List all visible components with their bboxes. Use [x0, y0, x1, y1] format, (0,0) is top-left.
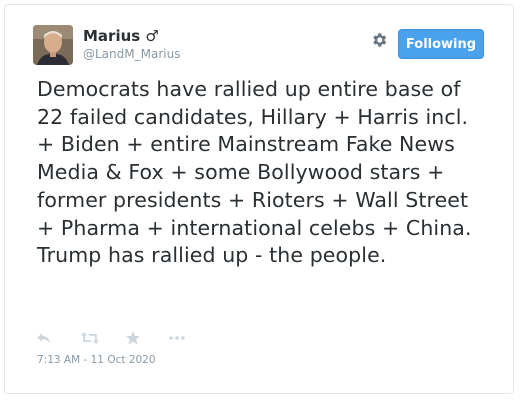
gear-icon[interactable]	[370, 31, 388, 49]
author-handle[interactable]: @LandM_Marius	[83, 47, 180, 61]
author-display-name[interactable]: Marius ♂	[83, 27, 159, 45]
tweet-text: Democrats have rallied up entire base of…	[37, 77, 472, 268]
star-icon[interactable]	[125, 330, 141, 346]
avatar[interactable]	[33, 25, 73, 65]
tweet-timestamp[interactable]: 7:13 AM - 11 Oct 2020	[37, 354, 156, 366]
more-icon[interactable]	[168, 330, 186, 346]
retweet-icon[interactable]	[80, 330, 100, 346]
avatar-image	[33, 25, 73, 65]
reply-icon[interactable]	[36, 330, 52, 346]
following-button[interactable]: Following	[398, 29, 484, 59]
